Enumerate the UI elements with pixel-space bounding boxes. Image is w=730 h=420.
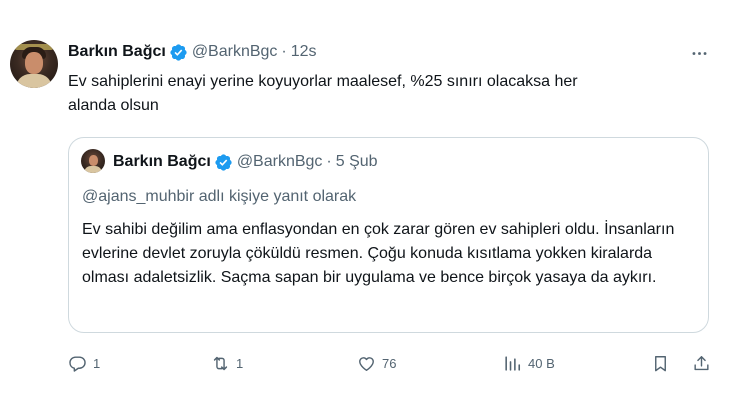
- bookmark-icon: [655, 355, 666, 371]
- quoted-avatar-face: [89, 155, 98, 166]
- author-avatar[interactable]: [10, 40, 58, 88]
- reply-context: @ajans_muhbir adlı kişiye yanıt olarak: [82, 188, 356, 206]
- quoted-tweet-header: Barkın Bağcı @BarknBgc · 5 Şub: [113, 152, 378, 172]
- reply-mention[interactable]: @ajans_muhbir: [82, 188, 194, 205]
- heart-icon: [359, 356, 374, 371]
- retweet-icon: [213, 356, 228, 370]
- quoted-tweet-time: 5 Şub: [335, 153, 378, 170]
- reply-icon: [69, 355, 86, 372]
- retweet-count: 1: [236, 355, 244, 371]
- quoted-tweet-text: Ev sahibi değilim ama enflasyondan en ço…: [82, 221, 675, 286]
- like-button[interactable]: 76: [357, 348, 396, 378]
- reply-count: 1: [93, 355, 101, 371]
- separator-dot: ·: [281, 43, 287, 60]
- verified-badge-icon: [214, 153, 233, 172]
- tweet-header: Barkın Bağcı @BarknBgc · 12s: [68, 42, 317, 62]
- bookmark-button[interactable]: [651, 348, 670, 378]
- avatar-shirt: [16, 74, 52, 88]
- views-count: 40 B: [528, 355, 555, 371]
- share-button[interactable]: [692, 348, 711, 378]
- quoted-author-handle: @BarknBgc: [236, 153, 323, 170]
- tweet-time[interactable]: 12s: [291, 43, 317, 61]
- views-button[interactable]: 40 B: [503, 348, 555, 378]
- quoted-avatar-shirt: [84, 166, 102, 173]
- author-handle[interactable]: @BarknBgc: [192, 43, 278, 61]
- separator-dot: ·: [326, 153, 332, 170]
- quoted-author-name: Barkın Bağcı: [113, 153, 211, 170]
- more-icon[interactable]: [688, 42, 710, 64]
- reply-suffix: adlı kişiye yanıt olarak: [194, 188, 357, 205]
- avatar-face: [25, 52, 43, 74]
- author-name[interactable]: Barkın Bağcı: [68, 43, 166, 61]
- views-icon: [505, 355, 521, 371]
- quoted-author-avatar: [81, 149, 105, 173]
- retweet-button[interactable]: 1: [211, 348, 243, 378]
- verified-badge-icon: [169, 43, 188, 62]
- action-bar: 1 1 76 40 B: [0, 348, 730, 378]
- like-count: 76: [382, 355, 397, 371]
- share-icon: [694, 355, 709, 370]
- reply-button[interactable]: 1: [68, 348, 100, 378]
- tweet-text: Ev sahiplerini enayi yerine koyuyorlar m…: [68, 73, 578, 114]
- quoted-tweet[interactable]: Barkın Bağcı @BarknBgc · 5 Şub @ajans_mu…: [68, 137, 709, 333]
- tweet[interactable]: Barkın Bağcı @BarknBgc · 12s Ev sahipler…: [0, 0, 730, 420]
